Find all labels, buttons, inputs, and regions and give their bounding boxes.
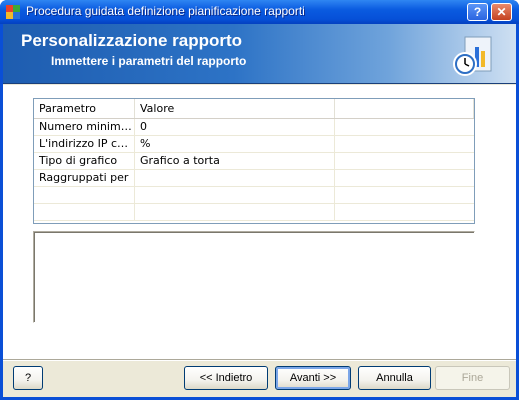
title-close-button[interactable]: ✕	[491, 3, 512, 21]
grid-header: Parametro Valore	[34, 99, 474, 119]
description-box[interactable]	[33, 231, 475, 323]
window-title: Procedura guidata definizione pianificaz…	[26, 4, 305, 18]
dialog-client: Personalizzazione rapporto Immettere i p…	[3, 24, 516, 397]
cancel-button[interactable]: Annulla	[358, 366, 431, 390]
content-panel: Parametro Valore Numero minimo ... 0 L'i…	[3, 85, 516, 359]
table-row[interactable]: Numero minimo ... 0	[34, 119, 474, 136]
param-extra	[335, 187, 474, 203]
param-name: Raggruppati per	[34, 170, 135, 186]
table-row[interactable]: Raggruppati per	[34, 170, 474, 187]
finish-button[interactable]: Fine	[435, 366, 510, 390]
header-parametro[interactable]: Parametro	[34, 99, 135, 118]
wizard-window: Procedura guidata definizione pianificaz…	[0, 0, 519, 400]
table-row[interactable]: Tipo di grafico Grafico a torta	[34, 153, 474, 170]
banner-subtitle: Immettere i parametri del rapporto	[51, 54, 247, 68]
param-value[interactable]: 0	[135, 119, 335, 135]
param-name: Tipo di grafico	[34, 153, 135, 169]
parameters-grid: Parametro Valore Numero minimo ... 0 L'i…	[33, 98, 475, 224]
param-extra	[335, 170, 474, 186]
wizard-banner: Personalizzazione rapporto Immettere i p…	[3, 24, 516, 84]
param-value[interactable]: %	[135, 136, 335, 152]
param-name	[34, 187, 135, 203]
param-extra	[335, 204, 474, 220]
param-value[interactable]: Grafico a torta	[135, 153, 335, 169]
param-name: Numero minimo ...	[34, 119, 135, 135]
title-help-button[interactable]: ?	[467, 3, 488, 21]
param-name	[34, 204, 135, 220]
table-row[interactable]: L'indirizzo IP com... %	[34, 136, 474, 153]
title-bar[interactable]: Procedura guidata definizione pianificaz…	[0, 0, 519, 24]
param-value[interactable]	[135, 187, 335, 203]
back-button[interactable]: << Indietro	[184, 366, 268, 390]
param-value[interactable]	[135, 170, 335, 186]
param-extra	[335, 153, 474, 169]
help-button[interactable]: ?	[13, 366, 43, 390]
param-extra	[335, 136, 474, 152]
header-empty[interactable]	[335, 99, 474, 118]
report-clock-icon	[453, 36, 492, 76]
param-value[interactable]	[135, 204, 335, 220]
param-extra	[335, 119, 474, 135]
table-row[interactable]	[34, 204, 474, 221]
header-valore[interactable]: Valore	[135, 99, 335, 118]
avg-app-icon	[6, 5, 20, 19]
param-name: L'indirizzo IP com...	[34, 136, 135, 152]
footer-separator	[3, 359, 516, 361]
table-row[interactable]	[34, 187, 474, 204]
banner-title: Personalizzazione rapporto	[21, 31, 243, 50]
next-button[interactable]: Avanti >>	[275, 366, 351, 390]
